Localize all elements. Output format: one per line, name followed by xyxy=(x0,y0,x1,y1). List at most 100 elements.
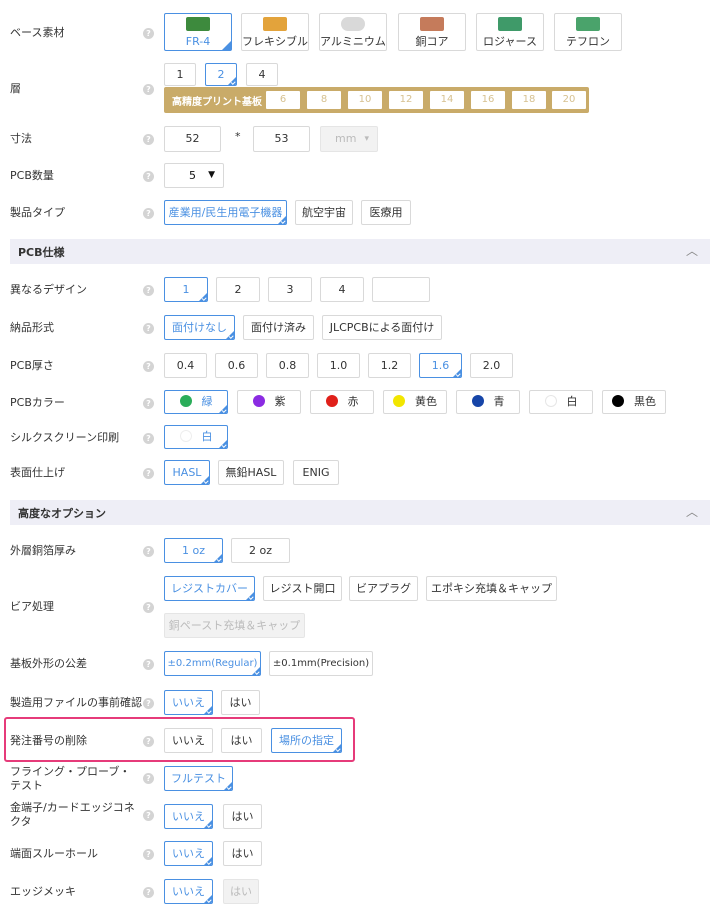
castellated-no[interactable]: いいえ xyxy=(164,841,213,866)
castellated-label: 端面スルーホール xyxy=(10,847,98,860)
hd-layer-option[interactable]: 16 xyxy=(471,91,505,109)
design-option-4[interactable]: 4 xyxy=(320,277,364,302)
color-option-blue[interactable]: 青 xyxy=(456,390,520,414)
castellated-yes[interactable]: はい xyxy=(223,841,262,866)
dimension-separator: * xyxy=(235,130,241,143)
thickness-option[interactable]: 1.0 xyxy=(317,353,360,378)
material-teflon[interactable]: テフロン xyxy=(554,13,622,51)
section-title: 高度なオプション xyxy=(18,507,106,520)
help-icon[interactable]: ? xyxy=(143,736,154,747)
design-option-2[interactable]: 2 xyxy=(216,277,260,302)
help-icon[interactable]: ? xyxy=(143,361,154,372)
finish-leadfree-hasl[interactable]: 無鉛HASL xyxy=(218,460,284,485)
pcb-spec-section-header[interactable]: PCB仕様 ︿ xyxy=(10,239,710,264)
height-input[interactable]: 53 xyxy=(253,126,310,152)
finish-enig[interactable]: ENIG xyxy=(293,460,339,485)
via-plugged[interactable]: ビアプラグ xyxy=(349,576,418,601)
thickness-option-selected[interactable]: 1.6 xyxy=(419,353,462,378)
flying-probe-full[interactable]: フルテスト xyxy=(164,766,233,791)
color-option-purple[interactable]: 紫 xyxy=(237,390,301,414)
help-icon[interactable]: ? xyxy=(143,171,154,182)
material-label: テフロン xyxy=(566,35,610,48)
via-untented[interactable]: レジスト開口 xyxy=(263,576,342,601)
help-icon[interactable]: ? xyxy=(143,602,154,613)
thickness-option[interactable]: 2.0 xyxy=(470,353,513,378)
gold-finger-no[interactable]: いいえ xyxy=(164,804,213,829)
help-icon[interactable]: ? xyxy=(143,887,154,898)
layer-option-2[interactable]: 2 xyxy=(205,63,237,86)
layer-option-1[interactable]: 1 xyxy=(164,63,196,86)
hd-layer-option[interactable]: 12 xyxy=(389,91,423,109)
help-icon[interactable]: ? xyxy=(143,659,154,670)
edge-plating-no[interactable]: いいえ xyxy=(164,879,213,904)
order-number-yes[interactable]: はい xyxy=(221,728,262,753)
material-aluminum[interactable]: アルミニウム xyxy=(319,13,387,51)
chevron-up-icon[interactable]: ︿ xyxy=(686,242,698,259)
finish-hasl[interactable]: HASL xyxy=(164,460,210,485)
color-option-yellow[interactable]: 黄色 xyxy=(383,390,447,414)
help-icon[interactable]: ? xyxy=(143,84,154,95)
design-custom-input[interactable] xyxy=(372,277,430,302)
color-option-white[interactable]: 白 xyxy=(529,390,593,414)
silkscreen-white[interactable]: 白 xyxy=(164,425,228,449)
via-tented[interactable]: レジストカバー xyxy=(164,576,255,601)
product-type-aerospace[interactable]: 航空宇宙 xyxy=(295,200,353,225)
material-rogers[interactable]: ロジャース xyxy=(476,13,544,51)
color-option-black[interactable]: 黒色 xyxy=(602,390,666,414)
color-option-red[interactable]: 赤 xyxy=(310,390,374,414)
product-type-industrial[interactable]: 産業用/民生用電子機器 xyxy=(164,200,287,225)
hd-layer-option[interactable]: 18 xyxy=(512,91,546,109)
material-copper-core[interactable]: 銅コア xyxy=(398,13,466,51)
help-icon[interactable]: ? xyxy=(143,546,154,557)
order-number-specify-location[interactable]: 場所の指定 xyxy=(271,728,342,753)
product-type-medical[interactable]: 医療用 xyxy=(361,200,411,225)
material-fr4[interactable]: FR-4 xyxy=(164,13,232,51)
copper-2oz[interactable]: 2 oz xyxy=(231,538,290,563)
hd-layer-option[interactable]: 14 xyxy=(430,91,464,109)
help-icon[interactable]: ? xyxy=(143,810,154,821)
help-icon[interactable]: ? xyxy=(143,849,154,860)
hd-layer-option[interactable]: 10 xyxy=(348,91,382,109)
delivery-jlc-panel[interactable]: JLCPCBによる面付け xyxy=(322,315,442,340)
help-icon[interactable]: ? xyxy=(143,398,154,409)
help-icon[interactable]: ? xyxy=(143,208,154,219)
thickness-option[interactable]: 1.2 xyxy=(368,353,411,378)
delivery-single[interactable]: 面付けなし xyxy=(164,315,235,340)
help-icon[interactable]: ? xyxy=(143,28,154,39)
chevron-up-icon[interactable]: ︿ xyxy=(686,503,698,520)
help-icon[interactable]: ? xyxy=(143,134,154,145)
via-epoxy-filled[interactable]: エポキシ充填＆キャップ xyxy=(426,576,557,601)
confirm-yes[interactable]: はい xyxy=(221,690,260,715)
color-option-green[interactable]: 緑 xyxy=(164,390,228,414)
tolerance-regular[interactable]: ±0.2mm(Regular) xyxy=(164,651,261,676)
delivery-panel[interactable]: 面付け済み xyxy=(243,315,314,340)
thickness-option[interactable]: 0.6 xyxy=(215,353,258,378)
width-input[interactable]: 52 xyxy=(164,126,221,152)
design-option-3[interactable]: 3 xyxy=(268,277,312,302)
confirm-no[interactable]: いいえ xyxy=(164,690,213,715)
help-icon[interactable]: ? xyxy=(143,698,154,709)
unit-select[interactable]: mm ▾ xyxy=(320,126,378,152)
layer-option-4[interactable]: 4 xyxy=(246,63,278,86)
via-copper-paste-filled: 銅ペースト充填＆キャップ xyxy=(164,613,305,638)
material-flex[interactable]: フレキシブル xyxy=(241,13,309,51)
black-swatch-icon xyxy=(612,395,624,407)
thickness-option[interactable]: 0.4 xyxy=(164,353,207,378)
help-icon[interactable]: ? xyxy=(143,323,154,334)
hd-layer-option[interactable]: 8 xyxy=(307,91,341,109)
tolerance-precision[interactable]: ±0.1mm(Precision) xyxy=(269,651,373,676)
copper-1oz[interactable]: 1 oz xyxy=(164,538,223,563)
order-number-no[interactable]: いいえ xyxy=(164,728,213,753)
gold-finger-yes[interactable]: はい xyxy=(223,804,262,829)
quantity-select[interactable]: 5 ▼ xyxy=(164,163,224,188)
help-icon[interactable]: ? xyxy=(143,773,154,784)
hd-layer-option[interactable]: 6 xyxy=(266,91,300,109)
advanced-section-header[interactable]: 高度なオプション ︿ xyxy=(10,500,710,525)
confirm-label: 製造用ファイルの事前確認 xyxy=(10,696,142,709)
thickness-option[interactable]: 0.8 xyxy=(266,353,309,378)
design-option-1[interactable]: 1 xyxy=(164,277,208,302)
help-icon[interactable]: ? xyxy=(143,285,154,296)
hd-layer-option[interactable]: 20 xyxy=(552,91,586,109)
help-icon[interactable]: ? xyxy=(143,468,154,479)
help-icon[interactable]: ? xyxy=(143,433,154,444)
